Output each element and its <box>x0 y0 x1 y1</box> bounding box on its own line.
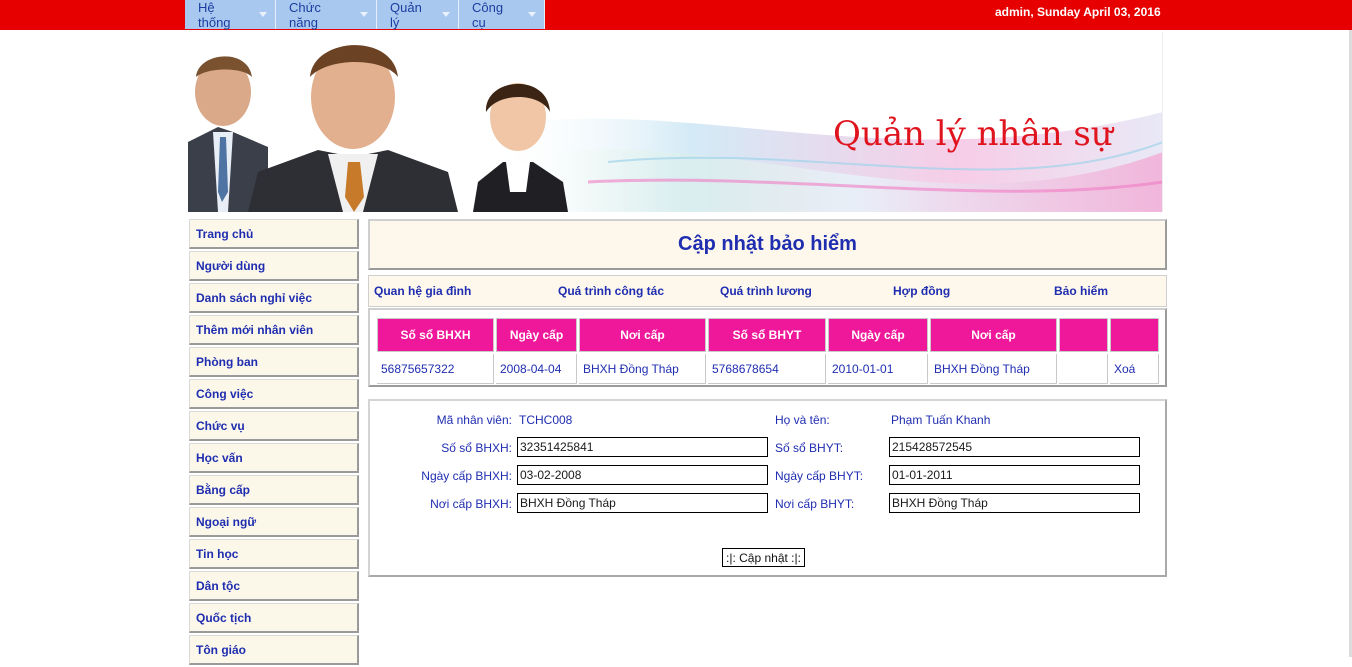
so-bhyt-label: Số sổ BHYT: <box>775 441 844 455</box>
page-title-box: Cập nhật bảo hiểm <box>368 219 1167 270</box>
ma-nhan-vien-label: Mã nhân viên: <box>436 413 512 427</box>
menu-cong-cu[interactable]: Công cụ <box>459 0 545 30</box>
column-header <box>1059 318 1108 352</box>
noi-cap-bhyt-label: Nơi cấp BHYT: <box>775 497 855 511</box>
sidebar-item-them-moi-nhan-vien[interactable]: Thêm mới nhân viên <box>189 315 359 345</box>
sidebar-item-cong-viec[interactable]: Công việc <box>189 379 359 409</box>
ma-nhan-vien-value: TCHC008 <box>519 413 573 427</box>
noi-cap-bhyt-input[interactable] <box>889 493 1140 513</box>
tab-hop-dong[interactable]: Hợp đồng <box>893 284 950 298</box>
ngay-cap-bhxh-label: Ngày cấp BHXH: <box>421 469 512 483</box>
so-bhxh-input[interactable] <box>517 437 768 457</box>
chevron-down-icon <box>259 12 267 17</box>
table-cell: 2008-04-04 <box>496 354 577 384</box>
chevron-down-icon <box>528 12 536 17</box>
ngay-cap-bhxh-input[interactable] <box>517 465 768 485</box>
ngay-cap-bhyt-input[interactable] <box>889 465 1140 485</box>
page-title: Cập nhật bảo hiểm <box>678 233 857 255</box>
chevron-down-icon <box>442 12 450 17</box>
tab-qua-trinh-luong[interactable]: Quá trình lương <box>720 284 812 298</box>
column-header: Số sổ BHXH <box>377 318 494 352</box>
ho-ten-label: Họ và tên: <box>775 413 830 427</box>
column-header: Số sổ BHYT <box>708 318 826 352</box>
ho-ten-value: Phạm Tuấn Khanh <box>891 413 991 427</box>
table-cell: BHXH Đồng Tháp <box>930 354 1057 384</box>
column-header: Nơi cấp <box>579 318 706 352</box>
sidebar: Trang chủ Người dùng Danh sách nghỉ việc… <box>189 219 359 667</box>
sidebar-item-ton-giao[interactable]: Tôn giáo <box>189 635 359 665</box>
sidebar-item-tin-hoc[interactable]: Tin học <box>189 539 359 569</box>
menu-chuc-nang[interactable]: Chức năng <box>276 0 377 30</box>
tab-bao-hiem[interactable]: Bảo hiểm <box>1054 284 1108 298</box>
sidebar-item-bang-cap[interactable]: Bằng cấp <box>189 475 359 505</box>
table-cell: 5768678654 <box>708 354 826 384</box>
so-bhyt-input[interactable] <box>889 437 1140 457</box>
so-bhxh-label: Số sổ BHXH: <box>441 441 512 455</box>
delete-link[interactable]: Xoá <box>1110 354 1159 384</box>
menu-quan-ly[interactable]: Quản lý <box>377 0 459 30</box>
update-button[interactable]: :|: Cập nhật :|: <box>722 548 805 567</box>
insurance-form: Mã nhân viên: TCHC008 Họ và tên: Phạm Tu… <box>368 399 1167 577</box>
sidebar-item-nguoi-dung[interactable]: Người dùng <box>189 251 359 281</box>
menu-label: Hệ thống <box>198 0 231 30</box>
sidebar-item-hoc-van[interactable]: Học vấn <box>189 443 359 473</box>
menu-label: Chức năng <box>289 0 321 30</box>
table-cell: 2010-01-01 <box>828 354 928 384</box>
column-header: Ngày cấp <box>496 318 577 352</box>
main-menu: Hệ thống Chức năng Quản lý Công cụ <box>185 0 545 30</box>
sidebar-item-trang-chu[interactable]: Trang chủ <box>189 219 359 249</box>
insurance-table-box: Số sổ BHXH Ngày cấp Nơi cấp Số sổ BHYT N… <box>368 308 1167 387</box>
tab-bar: Quan hệ gia đình Quá trình công tác Quá … <box>368 275 1167 307</box>
user-info: admin, Sunday April 03, 2016 <box>995 5 1161 19</box>
column-header <box>1110 318 1159 352</box>
noi-cap-bhxh-input[interactable] <box>517 493 768 513</box>
sidebar-item-dan-toc[interactable]: Dân tộc <box>189 571 359 601</box>
tab-qua-trinh-cong-tac[interactable]: Quá trình công tác <box>558 284 664 298</box>
menu-label: Công cụ <box>472 0 504 30</box>
sidebar-item-chuc-vu[interactable]: Chức vụ <box>189 411 359 441</box>
chevron-down-icon <box>360 12 368 17</box>
table-row: 56875657322 2008-04-04 BHXH Đồng Tháp 57… <box>377 354 1159 384</box>
table-cell: BHXH Đồng Tháp <box>579 354 706 384</box>
table-cell <box>1059 354 1108 384</box>
menu-label: Quản lý <box>390 0 422 30</box>
tab-quan-he-gia-dinh[interactable]: Quan hệ gia đình <box>374 284 471 298</box>
menu-he-thong[interactable]: Hệ thống <box>185 0 276 30</box>
banner-title: Quản lý nhân sự <box>833 114 1113 154</box>
sidebar-item-danh-sach-nghi-viec[interactable]: Danh sách nghỉ việc <box>189 283 359 313</box>
table-cell: 56875657322 <box>377 354 494 384</box>
column-header: Nơi cấp <box>930 318 1057 352</box>
noi-cap-bhxh-label: Nơi cấp BHXH: <box>430 497 512 511</box>
sidebar-item-quoc-tich[interactable]: Quốc tịch <box>189 603 359 633</box>
sidebar-item-ngoai-ngu[interactable]: Ngoại ngữ <box>189 507 359 537</box>
column-header: Ngày cấp <box>828 318 928 352</box>
sidebar-item-phong-ban[interactable]: Phòng ban <box>189 347 359 377</box>
header-banner: Quản lý nhân sự <box>188 32 1163 212</box>
insurance-table: Số sổ BHXH Ngày cấp Nơi cấp Số sổ BHYT N… <box>375 316 1161 386</box>
ngay-cap-bhyt-label: Ngày cấp BHYT: <box>775 469 864 483</box>
table-header-row: Số sổ BHXH Ngày cấp Nơi cấp Số sổ BHYT N… <box>377 318 1159 352</box>
